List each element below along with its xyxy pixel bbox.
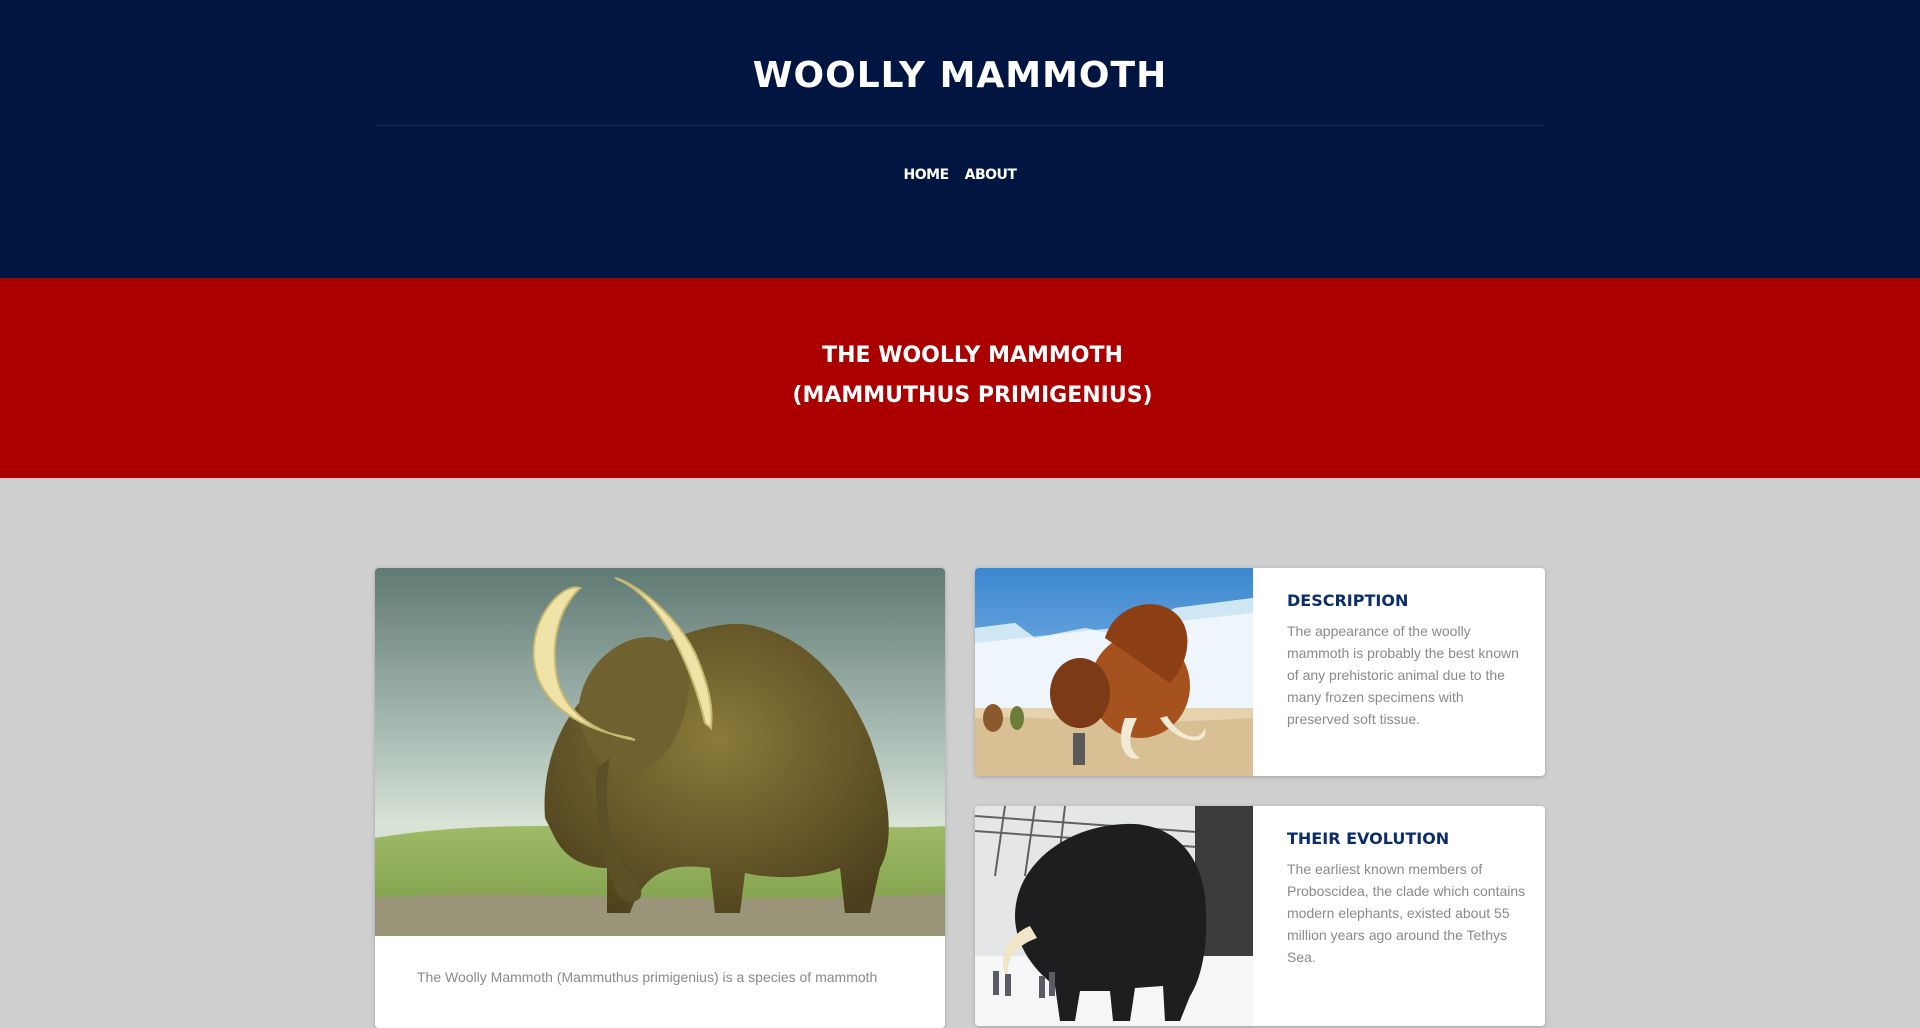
site-title[interactable]: WOOLLY MAMMOTH [0,52,1920,100]
museum-mammoth-image [975,806,1253,1026]
mammoth-illustration-image [375,568,945,936]
evolution-heading[interactable]: THEIR EVOLUTION [1287,828,1527,850]
hero-banner: THE WOOLLY MAMMOTH (MAMMUTHUS PRIMIGENIU… [0,278,1920,478]
description-text: The appearance of the woolly mammoth is … [1287,623,1519,727]
nav-about-link[interactable]: ABOUT [965,164,1017,186]
main-nav: HOME ABOUT [0,164,1920,186]
intro-card: The Woolly Mammoth (Mammuthus primigeniu… [375,568,945,1028]
banner-title-line1: THE WOOLLY MAMMOTH [822,343,1123,368]
banner-title: THE WOOLLY MAMMOTH (MAMMUTHUS PRIMIGENIU… [0,336,1920,416]
site-header: WOOLLY MAMMOTH HOME ABOUT [0,0,1920,278]
evolution-card: THEIR EVOLUTION The earliest known membe… [975,806,1545,1026]
evolution-text: The earliest known members of Proboscide… [1287,861,1526,965]
description-card: DESCRIPTION The appearance of the woolly… [975,568,1545,776]
ice-age-mammoths-image [975,568,1253,776]
evolution-body: THEIR EVOLUTION The earliest known membe… [1287,828,1527,968]
header-divider [375,125,1545,126]
description-body: DESCRIPTION The appearance of the woolly… [1287,590,1527,730]
nav-home-link[interactable]: HOME [904,164,950,186]
intro-text: The Woolly Mammoth (Mammuthus primigeniu… [417,969,878,985]
banner-title-line2: (MAMMUTHUS PRIMIGENIUS) [792,383,1153,408]
description-heading[interactable]: DESCRIPTION [1287,590,1527,612]
